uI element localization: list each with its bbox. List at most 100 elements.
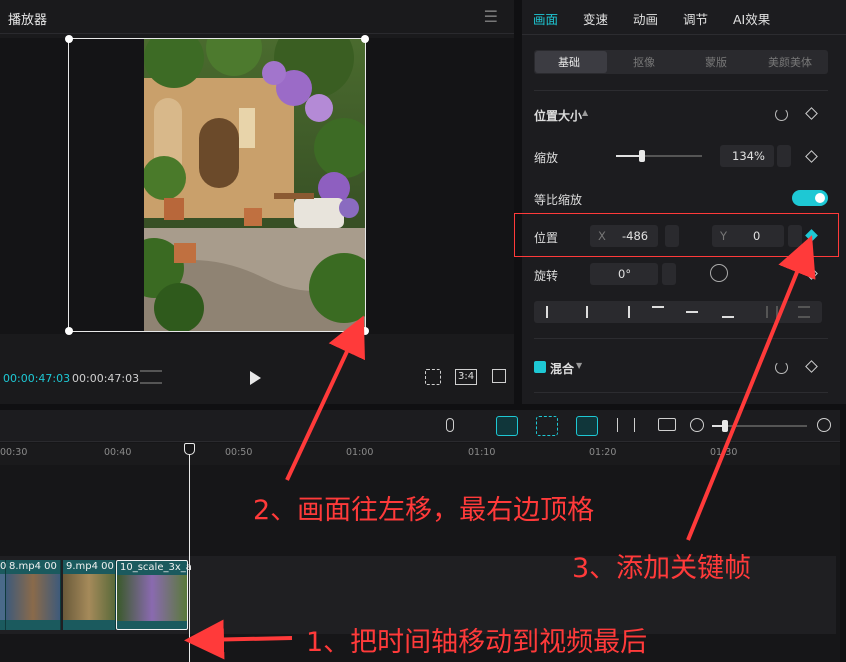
video-clip-selected[interactable]: 10_scale_3x_a xyxy=(116,560,192,630)
magnet-icon[interactable] xyxy=(536,416,558,436)
ruler-tick: 00:40 xyxy=(104,447,132,458)
clip-thumbnail xyxy=(117,575,187,621)
blend-checkbox[interactable] xyxy=(534,361,546,373)
section-title[interactable]: 位置大小 xyxy=(534,107,582,124)
toggle-knob xyxy=(815,193,825,203)
fit-screen-icon[interactable] xyxy=(425,369,441,385)
grid-icon[interactable] xyxy=(140,370,162,384)
scale-slider-knob[interactable] xyxy=(638,150,645,162)
align-center-h-icon[interactable] xyxy=(586,306,588,318)
uniform-scale-toggle[interactable] xyxy=(792,190,828,206)
clip-thumbnail xyxy=(63,574,115,620)
selection-frame[interactable] xyxy=(65,35,369,335)
keyframe-diamond-icon[interactable] xyxy=(805,150,818,163)
sub-tab-keying[interactable]: 抠像 xyxy=(633,54,655,70)
align-toolbar xyxy=(534,301,822,323)
blend-label[interactable]: 混合 xyxy=(550,360,574,377)
sub-tab-basic[interactable]: 基础 xyxy=(558,54,580,70)
tab-divider xyxy=(522,34,846,35)
tab-adjust[interactable]: 调节 xyxy=(683,9,708,28)
section-divider xyxy=(534,392,828,393)
keyframe-diamond-icon[interactable] xyxy=(805,267,818,280)
scale-slider-fill xyxy=(616,155,642,157)
playhead-handle[interactable] xyxy=(184,443,195,455)
sub-tab-beauty[interactable]: 美颜美体 xyxy=(768,54,812,70)
ruler-tick: 01:00 xyxy=(346,447,374,458)
align-right-icon[interactable] xyxy=(618,306,630,318)
aspect-ratio-button[interactable]: 3:4 xyxy=(455,369,478,385)
annotation-step3: 3、添加关键帧 xyxy=(572,553,752,584)
reset-icon[interactable] xyxy=(775,108,788,121)
play-icon[interactable] xyxy=(250,371,261,385)
uniform-scale-label: 等比缩放 xyxy=(534,193,583,207)
scale-label: 缩放 xyxy=(534,151,559,165)
clip-label: 8.mp4 00 xyxy=(9,561,57,572)
position-highlight-box xyxy=(514,213,839,257)
ruler-tick: 01:20 xyxy=(589,447,617,458)
distribute-h-icon[interactable] xyxy=(766,306,778,318)
menu-icon[interactable]: ☰ xyxy=(484,7,498,26)
resize-handle[interactable] xyxy=(361,327,369,335)
video-clip[interactable]: 8.mp4 00 xyxy=(6,560,61,630)
reset-icon[interactable] xyxy=(775,361,788,374)
scale-stepper[interactable] xyxy=(777,145,791,167)
keyframe-diamond-icon[interactable] xyxy=(805,107,818,120)
fullscreen-icon[interactable] xyxy=(492,369,506,383)
total-timecode: 00:00:47:03 xyxy=(72,372,140,385)
video-clip[interactable]: 9.mp4 00 xyxy=(63,560,116,630)
rotation-stepper[interactable] xyxy=(662,263,676,285)
scale-value: 134% xyxy=(732,149,765,163)
rotation-input[interactable]: 0° xyxy=(590,263,658,285)
zoom-slider-knob[interactable] xyxy=(722,420,728,432)
sub-tab-bar: 基础 抠像 蒙版 美颜美体 xyxy=(534,50,828,74)
ruler-tick: 01:30 xyxy=(710,447,738,458)
scale-slider[interactable] xyxy=(616,150,702,162)
resize-handle[interactable] xyxy=(65,327,73,335)
player-title: 播放器 xyxy=(8,13,48,28)
tab-ai-effects[interactable]: AI效果 xyxy=(733,9,770,28)
ruler-tick: 00:50 xyxy=(225,447,253,458)
sub-tab-mask[interactable]: 蒙版 xyxy=(705,54,727,70)
annotation-step2: 2、画面往左移，最右边顶格 xyxy=(253,495,595,526)
chevron-down-icon[interactable]: ▼ xyxy=(576,361,582,370)
clip-thumbnail xyxy=(6,574,60,620)
microphone-icon[interactable] xyxy=(446,418,454,432)
playhead[interactable] xyxy=(184,443,195,662)
player-panel: 播放器 ☰ 00:00:47:03 00:00:47:03 3:4 xyxy=(0,0,514,404)
tab-speed[interactable]: 变速 xyxy=(583,9,608,28)
align-bottom-icon[interactable] xyxy=(722,306,734,318)
preview-axis-icon[interactable] xyxy=(576,416,598,436)
rotation-label: 旋转 xyxy=(534,269,559,283)
rotation-value: 0° xyxy=(618,267,632,281)
zoom-in-icon[interactable] xyxy=(817,418,831,432)
timeline-toolbar xyxy=(0,410,840,442)
scale-input[interactable]: 134% xyxy=(720,145,774,167)
keyframe-diamond-icon[interactable] xyxy=(805,360,818,373)
align-center-v-icon[interactable] xyxy=(686,311,698,313)
zoom-out-icon[interactable] xyxy=(690,418,704,432)
player-controls: 00:00:47:03 00:00:47:03 3:4 xyxy=(0,362,514,394)
screen-record-icon[interactable] xyxy=(658,418,676,431)
link-clips-icon[interactable] xyxy=(496,416,518,436)
tab-animation[interactable]: 动画 xyxy=(633,9,658,28)
align-left-icon[interactable] xyxy=(546,306,558,318)
align-top-icon[interactable] xyxy=(652,306,664,318)
chevron-up-icon[interactable]: ▲ xyxy=(582,108,588,117)
ruler-tick: 01:10 xyxy=(468,447,496,458)
section-divider xyxy=(534,338,828,339)
tab-picture[interactable]: 画面 xyxy=(533,9,558,28)
rotation-dial-icon[interactable] xyxy=(710,264,728,282)
annotation-step1: 1、把时间轴移动到视频最后 xyxy=(306,627,648,658)
time-ruler[interactable]: 00:30 00:40 00:50 01:00 01:10 01:20 01:3… xyxy=(0,443,840,465)
distribute-v-icon[interactable] xyxy=(798,306,810,318)
section-divider xyxy=(534,90,828,91)
player-header: 播放器 ☰ xyxy=(0,0,514,34)
ruler-tick: 00:30 xyxy=(0,447,28,458)
zoom-slider[interactable] xyxy=(712,420,807,432)
resize-handle[interactable] xyxy=(361,35,369,43)
current-timecode: 00:00:47:03 xyxy=(3,372,71,385)
resize-handle[interactable] xyxy=(65,35,73,43)
clip-label: 10_scale_3x_a xyxy=(120,562,192,573)
clip-thumbnail xyxy=(0,574,5,620)
split-icon[interactable] xyxy=(617,418,635,432)
